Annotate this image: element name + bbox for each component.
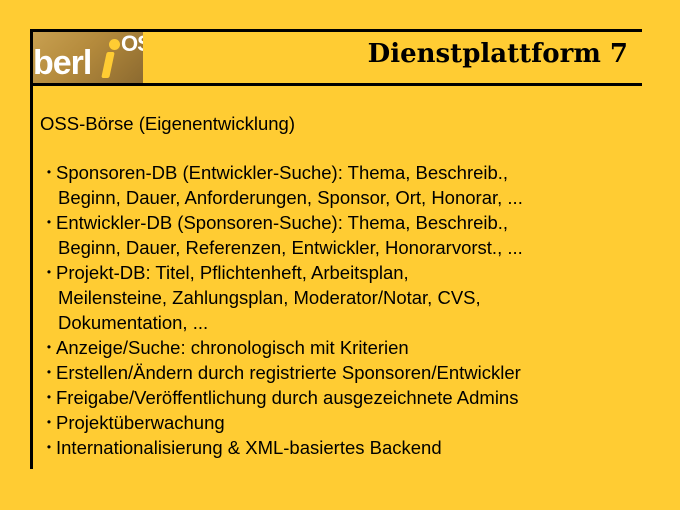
bullet-mark: • <box>46 265 52 279</box>
logo-text: berl <box>33 44 92 82</box>
bullet-text: Entwickler-DB (Sponsoren-Suche): Thema, … <box>56 210 523 260</box>
bullet-text: Anzeige/Suche: chronologisch mit Kriteri… <box>56 335 409 360</box>
frame-left-border <box>30 29 33 469</box>
slide-title: Dienstplattform 7 <box>367 39 628 69</box>
bullet-list: • Sponsoren-DB (Entwickler-Suche): Thema… <box>42 160 523 460</box>
bullet-item: • Projekt-DB: Titel, Pflichtenheft, Arbe… <box>42 260 523 335</box>
bullet-item: • Freigabe/Veröffentlichung durch ausgez… <box>42 385 523 410</box>
bullet-mark: • <box>46 215 52 229</box>
bullet-line: Anzeige/Suche: chronologisch mit Kriteri… <box>56 337 409 358</box>
title-underline <box>30 83 642 86</box>
bullet-line: Dokumentation, ... <box>58 312 209 333</box>
bullet-mark: • <box>46 390 52 404</box>
bullet-mark: • <box>46 165 52 179</box>
bullet-line: Beginn, Dauer, Referenzen, Entwickler, H… <box>58 237 523 258</box>
logo-superscript: OS <box>121 32 143 56</box>
bullet-text: Erstellen/Ändern durch registrierte Spon… <box>56 360 521 385</box>
bullet-mark: • <box>46 440 52 454</box>
bullet-line: Erstellen/Ändern durch registrierte Spon… <box>56 362 521 383</box>
bullet-item: • Projektüberwachung <box>42 410 523 435</box>
bullet-line: Beginn, Dauer, Anforderungen, Sponsor, O… <box>58 187 523 208</box>
bullet-text: Freigabe/Veröffentlichung durch ausgezei… <box>56 385 518 410</box>
bullet-mark: • <box>46 365 52 379</box>
bullet-item: • Internationalisierung & XML-basiertes … <box>42 435 523 460</box>
bullet-text: Projekt-DB: Titel, Pflichtenheft, Arbeit… <box>56 260 481 335</box>
bullet-item: • Sponsoren-DB (Entwickler-Suche): Thema… <box>42 160 523 210</box>
bullet-item: • Anzeige/Suche: chronologisch mit Krite… <box>42 335 523 360</box>
bullet-item: • Erstellen/Ändern durch registrierte Sp… <box>42 360 523 385</box>
bullet-text: Internationalisierung & XML-basiertes Ba… <box>56 435 442 460</box>
bullet-line: Meilensteine, Zahlungsplan, Moderator/No… <box>58 287 481 308</box>
bullet-line: Internationalisierung & XML-basiertes Ba… <box>56 437 442 458</box>
bullet-text: Sponsoren-DB (Entwickler-Suche): Thema, … <box>56 160 523 210</box>
bullet-line: Projektüberwachung <box>56 412 225 433</box>
logo-i-dot <box>109 39 120 50</box>
slide-subtitle: OSS-Börse (Eigenentwicklung) <box>40 113 295 134</box>
bullet-line: Entwickler-DB (Sponsoren-Suche): Thema, … <box>56 212 509 233</box>
bullet-text: Projektüberwachung <box>56 410 225 435</box>
bullet-line: Projekt-DB: Titel, Pflichtenheft, Arbeit… <box>56 262 409 283</box>
bullet-mark: • <box>46 415 52 429</box>
logo-i-stem <box>101 52 115 78</box>
berlios-logo: berl OS <box>33 32 143 83</box>
bullet-mark: • <box>46 340 52 354</box>
bullet-line: Freigabe/Veröffentlichung durch ausgezei… <box>56 387 519 408</box>
bullet-item: • Entwickler-DB (Sponsoren-Suche): Thema… <box>42 210 523 260</box>
bullet-line: Sponsoren-DB (Entwickler-Suche): Thema, … <box>56 162 509 183</box>
